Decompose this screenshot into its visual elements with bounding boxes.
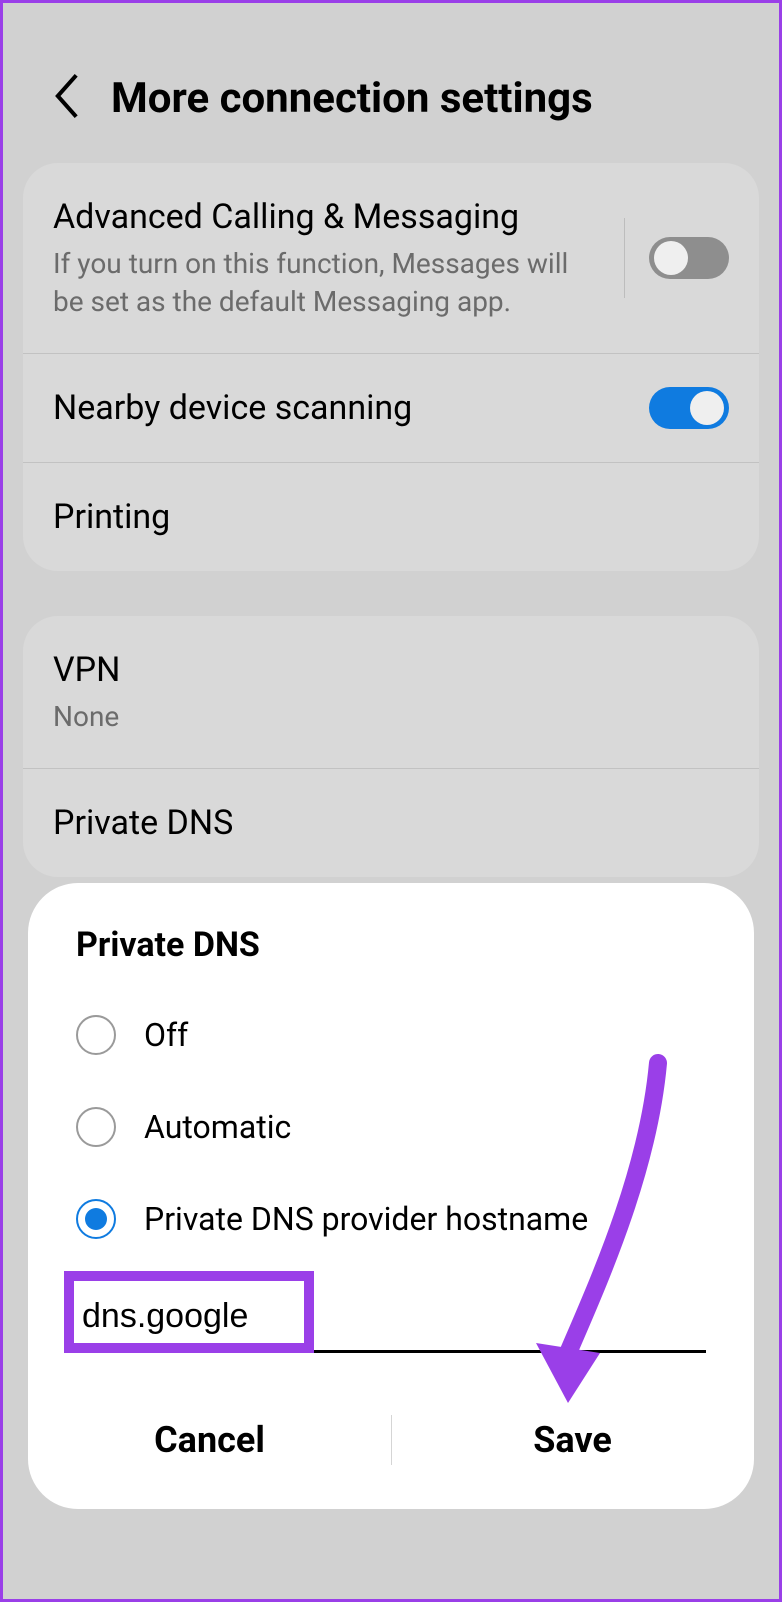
toggle-knob [654,241,688,275]
cancel-button[interactable]: Cancel [28,1397,391,1483]
app-header: More connection settings [3,3,779,163]
settings-card-2: VPN None Private DNS [23,616,759,877]
dns-hostname-input[interactable] [76,1283,706,1353]
private-dns-dialog: Private DNS Off Automatic Private DNS pr… [28,883,754,1509]
save-button[interactable]: Save [391,1397,754,1483]
radio-label: Automatic [144,1108,291,1146]
row-main: Advanced Calling & Messaging If you turn… [53,195,600,321]
settings-card-1: Advanced Calling & Messaging If you turn… [23,163,759,571]
row-title: Printing [53,495,729,539]
back-icon[interactable] [53,73,81,123]
row-private-dns[interactable]: Private DNS [23,769,759,877]
radio-row-hostname[interactable]: Private DNS provider hostname [28,1173,754,1265]
row-title: VPN [53,648,729,692]
radio-label: Private DNS provider hostname [144,1200,588,1238]
row-printing[interactable]: Printing [23,463,759,571]
row-title: Private DNS [53,801,729,845]
hostname-input-wrap [76,1283,706,1353]
row-main: Printing [53,495,729,539]
divider [624,218,625,298]
radio-hostname[interactable] [76,1199,116,1239]
row-advanced-calling[interactable]: Advanced Calling & Messaging If you turn… [23,163,759,354]
radio-label: Off [144,1016,188,1054]
toggle-nearby-scanning[interactable] [649,387,729,429]
row-subtitle: None [53,698,729,736]
page-title: More connection settings [111,74,593,123]
row-vpn[interactable]: VPN None [23,616,759,769]
row-nearby-scanning[interactable]: Nearby device scanning [23,354,759,463]
row-main: Nearby device scanning [53,386,649,430]
row-title: Nearby device scanning [53,386,649,430]
radio-automatic[interactable] [76,1107,116,1147]
radio-row-off[interactable]: Off [28,989,754,1081]
row-main: VPN None [53,648,729,736]
row-title: Advanced Calling & Messaging [53,195,600,239]
toggle-knob [690,391,724,425]
radio-off[interactable] [76,1015,116,1055]
dialog-title: Private DNS [28,925,754,989]
row-main: Private DNS [53,801,729,845]
toggle-advanced-calling[interactable] [649,237,729,279]
radio-row-automatic[interactable]: Automatic [28,1081,754,1173]
dialog-button-row: Cancel Save [28,1383,754,1509]
row-subtitle: If you turn on this function, Messages w… [53,245,600,321]
